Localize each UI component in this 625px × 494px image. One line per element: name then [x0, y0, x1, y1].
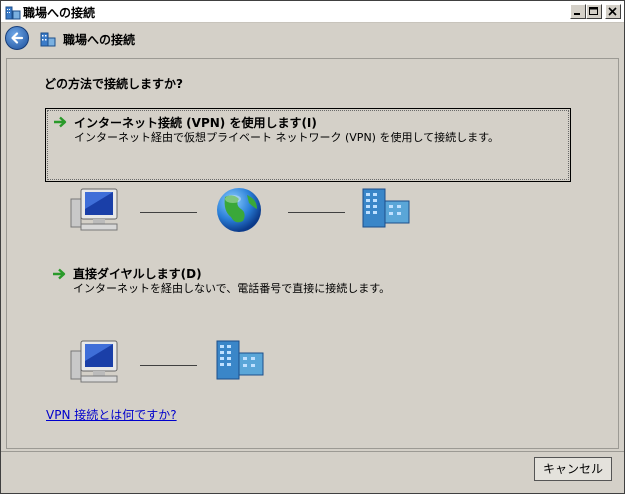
footer-bar [1, 451, 624, 493]
back-button[interactable] [5, 26, 29, 50]
back-arrow-icon [11, 32, 24, 44]
minimize-icon [574, 13, 580, 15]
green-arrow-icon [54, 116, 67, 128]
vpn-help-link[interactable]: VPN 接続とは何ですか? [46, 406, 177, 423]
network-building-icon [40, 32, 56, 47]
connect-to-workplace-window: 職場への接続 職場への接続 どの方法で接続しますか? インターネット接続 (VP… [0, 0, 625, 494]
connection-line [140, 365, 197, 366]
green-arrow-icon [53, 268, 66, 280]
connection-line [140, 212, 197, 213]
minimize-button[interactable] [570, 4, 586, 19]
navigation-bar: 職場への接続 [1, 23, 624, 53]
option-direct-dial[interactable]: 直接ダイヤルします(D) インターネットを経由しないで、電話番号で直接に接続しま… [45, 261, 571, 301]
window-title: 職場への接続 [23, 6, 96, 20]
title-bar[interactable]: 職場への接続 [1, 1, 624, 23]
maximize-icon [589, 7, 598, 15]
office-building-icon [216, 340, 264, 380]
content-panel: どの方法で接続しますか? インターネット接続 (VPN) を使用します(I) イ… [6, 58, 619, 449]
computer-icon [70, 340, 118, 383]
office-building-icon [362, 188, 410, 228]
maximize-button[interactable] [586, 4, 602, 19]
page-title: 職場への接続 [63, 33, 136, 47]
network-building-icon [5, 6, 21, 20]
connection-line [288, 212, 345, 213]
option-vpn-description: インターネット経由で仮想プライベート ネットワーク (VPN) を使用して接続し… [74, 131, 500, 144]
question-heading: どの方法で接続しますか? [44, 77, 183, 91]
globe-icon [217, 188, 261, 232]
option-use-vpn[interactable]: インターネット接続 (VPN) を使用します(I) インターネット経由で仮想プラ… [45, 108, 571, 182]
option-dial-description: インターネットを経由しないで、電話番号で直接に接続します。 [73, 282, 391, 295]
close-icon [608, 7, 617, 16]
cancel-button[interactable]: キャンセル [534, 457, 612, 481]
close-button[interactable] [605, 4, 621, 19]
computer-icon [70, 188, 118, 231]
